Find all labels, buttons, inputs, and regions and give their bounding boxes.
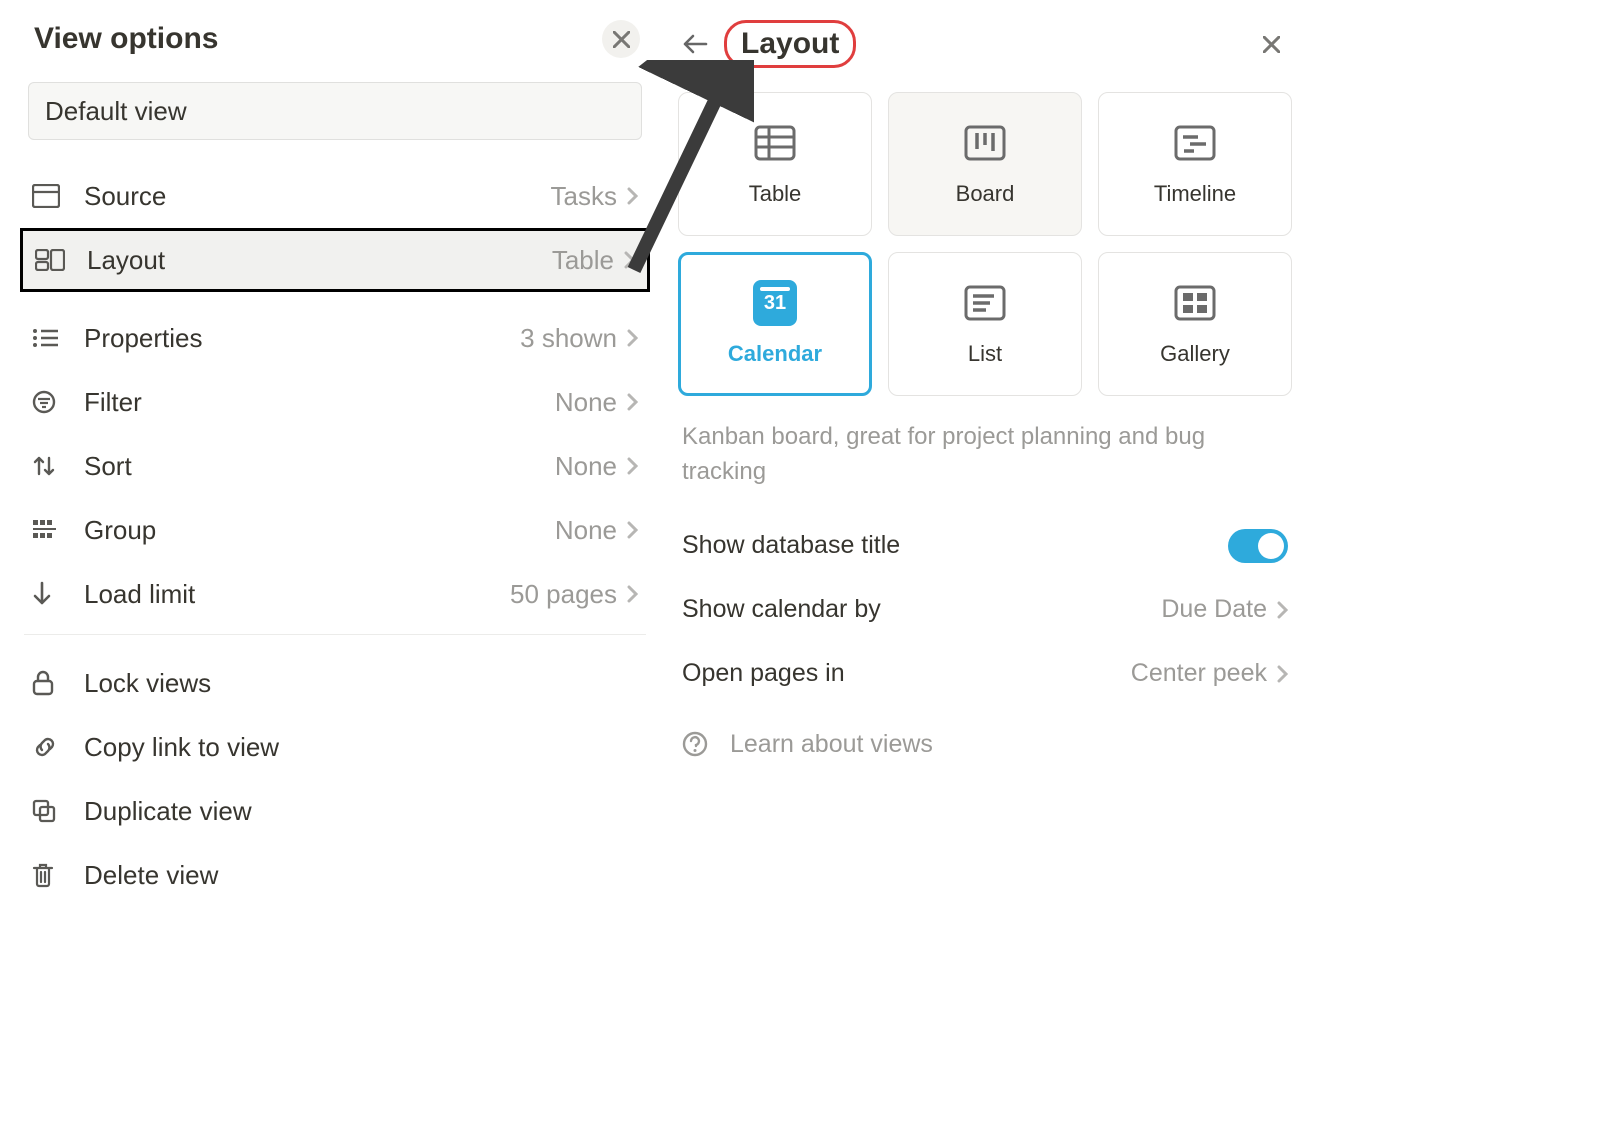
chevron-right-icon xyxy=(627,457,638,475)
learn-about-views-label: Learn about views xyxy=(730,730,933,759)
show-calendar-by-value: Due Date xyxy=(1161,595,1267,624)
group-icon xyxy=(32,519,68,541)
chevron-right-icon xyxy=(1277,665,1288,683)
close-button[interactable] xyxy=(602,20,640,58)
link-icon xyxy=(32,734,68,760)
arrow-left-icon xyxy=(682,33,708,55)
database-icon xyxy=(32,184,68,208)
filter-icon xyxy=(32,390,68,414)
copy-link-label: Copy link to view xyxy=(84,732,279,763)
lock-views-row[interactable]: Lock views xyxy=(20,651,650,715)
source-value: Tasks xyxy=(551,181,617,212)
lock-icon xyxy=(32,670,68,696)
chevron-right-icon xyxy=(627,521,638,539)
calendar-icon: 31 xyxy=(753,281,797,325)
chevron-right-icon xyxy=(624,251,635,269)
layout-panel: Layout Table Board Timeline xyxy=(670,8,1300,759)
load-limit-value: 50 pages xyxy=(510,579,617,610)
help-icon xyxy=(682,731,708,757)
board-icon xyxy=(963,121,1007,165)
filter-row[interactable]: Filter None xyxy=(20,370,650,434)
view-options-panel: View options Source Tasks Layout Table xyxy=(20,8,650,907)
layout-option-table[interactable]: Table xyxy=(678,92,872,236)
properties-value: 3 shown xyxy=(520,323,617,354)
group-row[interactable]: Group None xyxy=(20,498,650,562)
arrow-down-icon xyxy=(32,581,68,607)
open-pages-in-label: Open pages in xyxy=(682,659,845,688)
show-db-title-toggle[interactable] xyxy=(1228,529,1288,563)
close-button[interactable] xyxy=(1252,25,1290,63)
delete-view-label: Delete view xyxy=(84,860,218,891)
duplicate-view-label: Duplicate view xyxy=(84,796,252,827)
close-icon xyxy=(1263,36,1280,53)
load-limit-label: Load limit xyxy=(84,579,195,610)
table-icon xyxy=(753,121,797,165)
delete-view-row[interactable]: Delete view xyxy=(20,843,650,907)
layout-option-calendar-label: Calendar xyxy=(728,341,822,367)
duplicate-icon xyxy=(32,799,68,823)
back-button[interactable] xyxy=(680,29,710,59)
layout-option-table-label: Table xyxy=(749,181,802,207)
layout-icon xyxy=(35,249,71,271)
sort-value: None xyxy=(555,451,617,482)
chevron-right-icon xyxy=(1277,601,1288,619)
learn-about-views-link[interactable]: Learn about views xyxy=(670,706,1300,759)
layout-option-calendar[interactable]: 31 Calendar xyxy=(678,252,872,396)
group-label: Group xyxy=(84,515,156,546)
properties-row[interactable]: Properties 3 shown xyxy=(20,306,650,370)
close-icon xyxy=(613,31,630,48)
layout-option-gallery[interactable]: Gallery xyxy=(1098,252,1292,396)
chevron-right-icon xyxy=(627,393,638,411)
timeline-icon xyxy=(1173,121,1217,165)
sort-label: Sort xyxy=(84,451,132,482)
trash-icon xyxy=(32,862,68,888)
open-pages-in-value: Center peek xyxy=(1131,659,1267,688)
filter-label: Filter xyxy=(84,387,142,418)
layout-value: Table xyxy=(552,245,614,276)
view-options-title: View options xyxy=(30,22,602,56)
layout-option-list-label: List xyxy=(968,341,1002,367)
chevron-right-icon xyxy=(627,329,638,347)
layout-row[interactable]: Layout Table xyxy=(20,228,650,292)
source-row[interactable]: Source Tasks xyxy=(20,164,650,228)
chevron-right-icon xyxy=(627,585,638,603)
chevron-right-icon xyxy=(627,187,638,205)
copy-link-row[interactable]: Copy link to view xyxy=(20,715,650,779)
sort-row[interactable]: Sort None xyxy=(20,434,650,498)
layout-panel-title: Layout xyxy=(724,20,856,68)
show-calendar-by-row[interactable]: Show calendar by Due Date xyxy=(670,578,1300,642)
filter-value: None xyxy=(555,387,617,418)
show-calendar-by-label: Show calendar by xyxy=(682,595,881,624)
layout-option-board[interactable]: Board xyxy=(888,92,1082,236)
properties-label: Properties xyxy=(84,323,203,354)
show-db-title-label: Show database title xyxy=(682,531,900,560)
layout-description: Kanban board, great for project planning… xyxy=(670,420,1300,514)
source-label: Source xyxy=(84,181,166,212)
load-limit-row[interactable]: Load limit 50 pages xyxy=(20,562,650,626)
list-icon xyxy=(32,328,68,348)
view-name-input[interactable] xyxy=(28,82,642,140)
open-pages-in-row[interactable]: Open pages in Center peek xyxy=(670,642,1300,706)
group-value: None xyxy=(555,515,617,546)
layout-option-board-label: Board xyxy=(956,181,1015,207)
layout-option-timeline-label: Timeline xyxy=(1154,181,1236,207)
layout-option-timeline[interactable]: Timeline xyxy=(1098,92,1292,236)
duplicate-view-row[interactable]: Duplicate view xyxy=(20,779,650,843)
divider xyxy=(24,634,646,635)
gallery-icon xyxy=(1173,281,1217,325)
layout-label: Layout xyxy=(87,245,165,276)
sort-icon xyxy=(32,454,68,478)
layout-option-gallery-label: Gallery xyxy=(1160,341,1230,367)
lock-views-label: Lock views xyxy=(84,668,211,699)
layout-option-list[interactable]: List xyxy=(888,252,1082,396)
show-db-title-row[interactable]: Show database title xyxy=(670,514,1300,578)
list-view-icon xyxy=(963,281,1007,325)
